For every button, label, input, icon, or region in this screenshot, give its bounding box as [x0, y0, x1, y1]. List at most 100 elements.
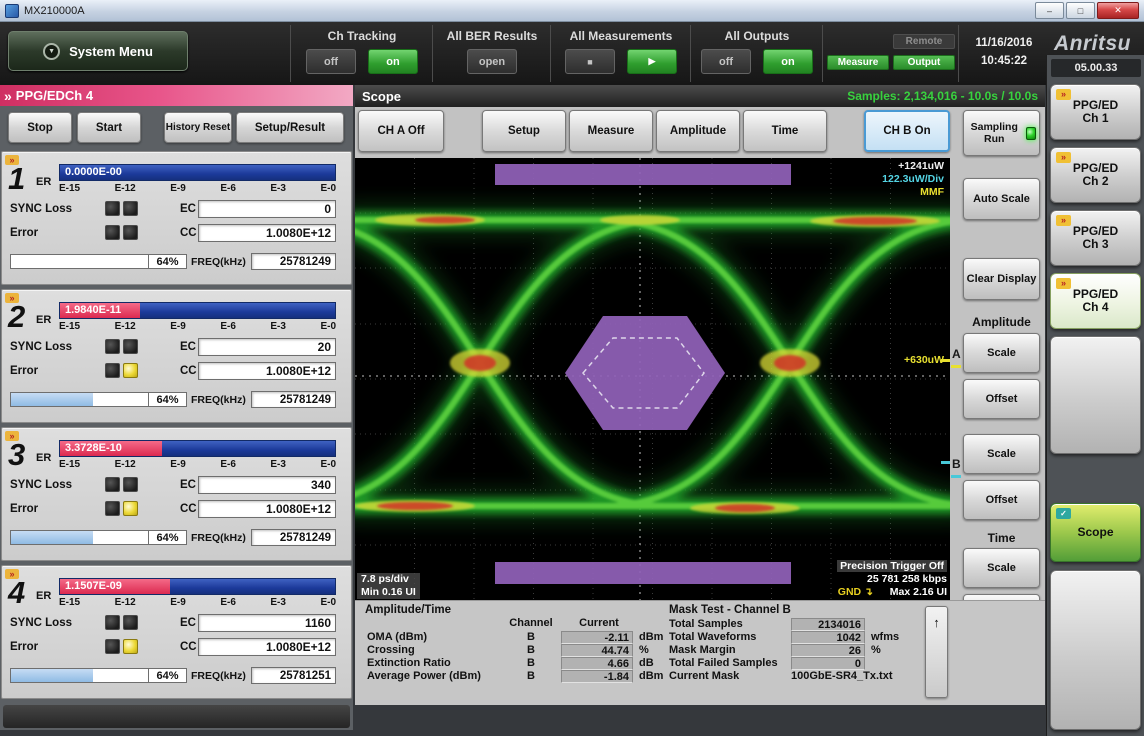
ch-tracking-off-button[interactable]: off: [306, 49, 356, 74]
progress-percent: 64%: [148, 530, 187, 545]
freq-value: 25781249: [251, 391, 336, 408]
sidebar-item-ppg-ed-ch3[interactable]: » PPG/ED Ch 3: [1050, 210, 1141, 266]
setup-result-button[interactable]: Setup/Result: [236, 112, 344, 143]
amplitude-offset-a-button[interactable]: Offset: [963, 379, 1040, 419]
scope-setup-button[interactable]: Setup: [482, 110, 566, 152]
maximize-button[interactable]: □: [1066, 2, 1095, 19]
error-led-2: [123, 501, 138, 516]
cc-label: CC: [180, 227, 197, 239]
progress-bar: [10, 392, 149, 407]
all-measurements-group: All Measurements ■ ▶: [556, 29, 686, 74]
er-label: ER: [36, 176, 51, 188]
time-scale-button[interactable]: Scale: [963, 548, 1040, 588]
sidebar-item-ppg-ed-ch1[interactable]: » PPG/ED Ch 1: [1050, 84, 1141, 140]
scope-time-button[interactable]: Time: [743, 110, 827, 152]
marker-power-readout: +630uW: [904, 354, 944, 367]
ch-tracking-on-button[interactable]: on: [368, 49, 418, 74]
toolbar-divider: [432, 25, 433, 82]
scale-tick: E-0: [320, 183, 336, 194]
system-menu-button[interactable]: ▼ System Menu: [8, 31, 188, 71]
toolbar-divider: [958, 25, 959, 82]
measurement-area: Amplitude/Time Channel Current OMA (dBm)…: [355, 600, 1045, 705]
stop-button[interactable]: Stop: [8, 112, 72, 143]
start-button[interactable]: Start: [77, 112, 141, 143]
mask-table-title: Mask Test - Channel B: [669, 604, 791, 616]
gnd-marker: GND ↴: [838, 586, 873, 598]
trigger-readout: Precision Trigger Off 25 781 258 kbps GN…: [837, 560, 947, 599]
sync-loss-label: SYNC Loss: [10, 203, 72, 215]
close-button[interactable]: ✕: [1097, 2, 1139, 19]
scale-tick: E-9: [170, 459, 186, 470]
toolbar-divider: [290, 25, 291, 82]
scope-measure-button[interactable]: Measure: [569, 110, 653, 152]
ec-value: 0: [198, 200, 336, 218]
outputs-off-button[interactable]: off: [701, 49, 751, 74]
ec-value: 1160: [198, 614, 336, 632]
er-value-bar: 1.1507E-09: [59, 578, 336, 595]
cc-value: 1.0080E+12: [198, 362, 336, 380]
error-led-1: [105, 363, 120, 378]
channel-block: » 2 ER 1.9840E-11 E-15 E-12 E-9 E-6 E-3 …: [1, 289, 352, 423]
scope-title: Scope: [362, 89, 401, 104]
sampling-run-button[interactable]: Sampling Run: [963, 110, 1040, 156]
chevrons-icon: »: [4, 89, 10, 103]
scale-tick: E-6: [220, 321, 236, 332]
ch-tracking-group: Ch Tracking off on: [296, 29, 428, 74]
table-row: Total Failed Samples 0: [667, 657, 929, 670]
remote-status-badge: Remote: [893, 34, 955, 49]
channel-a-marker: [951, 365, 961, 368]
app-icon: [5, 4, 19, 18]
ch-a-off-button[interactable]: CH A Off: [358, 110, 444, 152]
scale-tick: E-0: [320, 597, 336, 608]
table-row: Crossing B 44.74 %: [361, 644, 661, 657]
error-label: Error: [10, 365, 38, 377]
sync-loss-led-1: [105, 615, 120, 630]
scale-tick: E-6: [220, 459, 236, 470]
measurements-stop-button[interactable]: ■: [565, 49, 615, 74]
time-div-readout: 7.8 ps/div: [361, 573, 416, 586]
scale-tick: E-6: [220, 597, 236, 608]
scroll-up-button[interactable]: ↑: [925, 606, 948, 698]
scope-tag-icon: ✓: [1056, 508, 1071, 519]
sync-loss-label: SYNC Loss: [10, 341, 72, 353]
sidebar-item-scope-active[interactable]: ✓ Scope: [1050, 503, 1141, 562]
ber-results-open-button[interactable]: open: [467, 49, 517, 74]
scale-tick: E-3: [270, 597, 286, 608]
error-led-1: [105, 639, 120, 654]
channel-tag-icon: »: [1056, 215, 1071, 226]
amplitude-offset-b-button[interactable]: Offset: [963, 480, 1040, 520]
minimize-button[interactable]: –: [1035, 2, 1064, 19]
max-ui-readout: Max 2.16 UI: [890, 586, 947, 598]
clear-display-button[interactable]: Clear Display: [963, 258, 1040, 300]
amplitude-scale-a-button[interactable]: Scale: [963, 333, 1040, 373]
ppg-ed-title: PPG/EDCh 4: [16, 88, 93, 103]
error-label: Error: [10, 503, 38, 515]
progress-fill: [11, 393, 93, 406]
cc-label: CC: [180, 641, 197, 653]
ch-b-on-button[interactable]: CH B On: [864, 110, 950, 152]
freq-value: 25781249: [251, 253, 336, 270]
er-scale: E-15 E-12 E-9 E-6 E-3 E-0: [59, 597, 336, 608]
er-value-bar: 1.9840E-11: [59, 302, 336, 319]
current-mask-row: Current Mask 100GbE-SR4_Tx.txt: [667, 670, 929, 683]
ppg-ed-header: » PPG/EDCh 4: [0, 85, 353, 106]
auto-scale-button[interactable]: Auto Scale: [963, 178, 1040, 220]
channel-column-header: Channel: [507, 617, 555, 629]
measurements-start-button[interactable]: ▶: [627, 49, 677, 74]
table-row: OMA (dBm) B -2.11 dBm: [361, 631, 661, 644]
error-led-2: [123, 225, 138, 240]
scope-amplitude-button[interactable]: Amplitude: [656, 110, 740, 152]
sidebar-item-ppg-ed-ch4-active[interactable]: » PPG/ED Ch 4: [1050, 273, 1141, 329]
er-value: 3.3728E-10: [65, 441, 340, 456]
eye-diagram-display: +1241uW 122.3uW/Div MMF +630uW 7.8 ps/di…: [355, 158, 950, 600]
scale-tick: E-12: [115, 321, 136, 332]
freq-value: 25781249: [251, 529, 336, 546]
amplitude-scale-b-button[interactable]: Scale: [963, 434, 1040, 474]
sidebar-item-ppg-ed-ch2[interactable]: » PPG/ED Ch 2: [1050, 147, 1141, 203]
channel-number: 3: [8, 437, 25, 473]
progress-percent: 64%: [148, 392, 187, 407]
er-label: ER: [36, 452, 51, 464]
outputs-on-button[interactable]: on: [763, 49, 813, 74]
scale-tick: E-15: [59, 597, 80, 608]
history-reset-button[interactable]: History Reset: [164, 112, 232, 143]
